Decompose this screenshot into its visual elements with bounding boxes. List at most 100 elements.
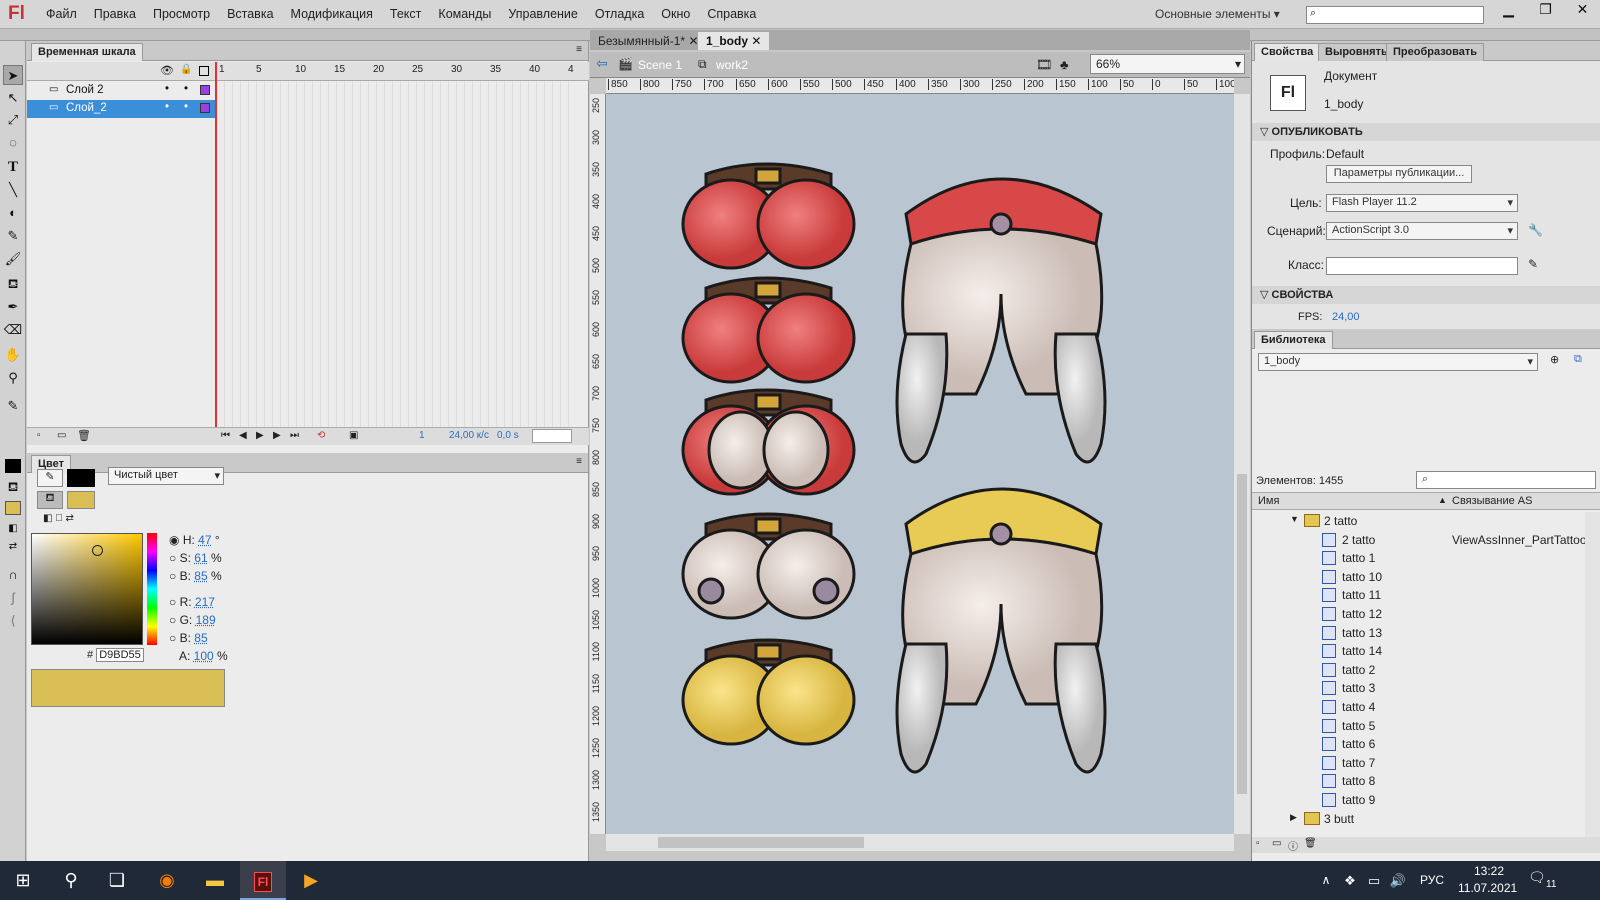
col-name[interactable]: Имя (1258, 495, 1279, 507)
default-colors-icon[interactable]: ◧ (3, 519, 23, 539)
library-item[interactable]: 2 tatto ViewAssInner_PartTattoo (1252, 531, 1585, 550)
stroke-pen-icon[interactable]: ✎ (37, 469, 63, 487)
menu-item[interactable]: Текст (390, 7, 421, 21)
library-item[interactable]: tatto 10 (1252, 568, 1585, 587)
expand-right-icon[interactable]: ▶ (1290, 812, 1297, 823)
menu-item[interactable]: Управление (508, 7, 578, 21)
step-forward-icon[interactable]: ▶ (273, 430, 281, 441)
fill-color-swatch[interactable] (5, 501, 21, 515)
class-input[interactable] (1326, 257, 1518, 275)
lock-dot[interactable]: • (184, 101, 188, 113)
radio-icon[interactable]: ◉ (169, 533, 179, 547)
new-folder-icon[interactable]: ▭ (1272, 838, 1281, 849)
layer-outline-color[interactable] (200, 103, 210, 113)
scene-breadcrumb[interactable]: Scene 1 (638, 58, 682, 72)
brightness-value[interactable]: 85 (194, 569, 207, 583)
snap-magnet-icon[interactable]: ∩ (3, 565, 23, 585)
search-icon[interactable]: ⚲ (48, 861, 94, 900)
clock-date[interactable]: 11.07.2021 (1458, 881, 1517, 895)
fill-swatch[interactable] (67, 491, 95, 509)
layer-outline-color[interactable] (200, 85, 210, 95)
stroke-color-icon[interactable]: ✎ (3, 396, 23, 416)
timeline-tab[interactable]: Временная шкала (31, 43, 143, 61)
saturation-brightness-picker[interactable] (31, 533, 143, 645)
paint-bucket-tool-icon[interactable]: ⛾ (3, 274, 23, 294)
blue-value[interactable]: 85 (194, 631, 207, 645)
fps-value[interactable]: 24,00 (1332, 311, 1360, 323)
menu-item[interactable]: Команды (438, 7, 491, 21)
library-item[interactable]: tatto 11 (1252, 586, 1585, 605)
swap-colors-icon[interactable]: ⇄ (3, 537, 23, 557)
library-vscroll[interactable] (1585, 512, 1600, 837)
menu-item[interactable]: Правка (94, 7, 136, 21)
alpha-value[interactable]: 100 (194, 649, 214, 663)
library-item[interactable]: tatto 7 (1252, 754, 1585, 773)
go-last-frame-icon[interactable]: ⏭ (290, 430, 299, 441)
step-back-icon[interactable]: ◀ (239, 430, 247, 441)
tab-untitled[interactable]: Безымянный-1* ✕ (590, 32, 707, 50)
delete-icon[interactable]: 🗑 (1304, 838, 1317, 849)
publish-settings-button[interactable]: Параметры публикации... (1326, 165, 1472, 183)
red-value[interactable]: 217 (195, 595, 215, 609)
layer-row[interactable]: ▭ Слой_2 • • (27, 100, 217, 118)
free-transform-tool-icon[interactable]: ⤢ (3, 110, 23, 130)
library-search-input[interactable]: ⌕ (1416, 471, 1596, 489)
oval-tool-icon[interactable]: ◐ (3, 203, 23, 223)
tab-1_body[interactable]: 1_body ✕ (698, 32, 770, 50)
library-item[interactable]: tatto 8 (1252, 772, 1585, 791)
dropbox-icon[interactable]: ❖ (1338, 861, 1362, 900)
menu-item[interactable]: Отладка (595, 7, 644, 21)
layer-name[interactable]: Слой_2 (66, 102, 107, 114)
current-frame[interactable]: 1 (419, 430, 425, 441)
flash-taskbar-icon[interactable]: Fl (240, 861, 286, 900)
eye-icon[interactable]: 👁 (160, 64, 174, 77)
notifications-icon[interactable]: 🗨 (1528, 869, 1546, 886)
radio-icon[interactable]: ○ (169, 613, 176, 627)
firefox-icon[interactable]: ◉ (144, 861, 190, 900)
tab-library[interactable]: Библиотека (1254, 331, 1333, 349)
layer-name[interactable]: Слой 2 (66, 84, 104, 96)
properties-section[interactable]: ▽ СВОЙСТВА (1252, 286, 1600, 304)
volume-icon[interactable]: 🔊 (1386, 861, 1410, 900)
lock-icon[interactable]: 🔒 (180, 64, 192, 75)
library-item[interactable]: tatto 14 (1252, 642, 1585, 661)
line-tool-icon[interactable]: ╲ (3, 180, 23, 200)
zoom-tool-icon[interactable]: ⚲ (3, 368, 23, 388)
radio-icon[interactable]: ○ (169, 551, 176, 565)
windows-start-icon[interactable]: ⊞ (0, 861, 46, 900)
radio-icon[interactable]: ○ (169, 631, 176, 645)
target-select[interactable]: Flash Player 11.2 ▾ (1326, 194, 1518, 212)
col-linkage[interactable]: Связывание AS (1452, 495, 1532, 507)
new-layer-icon[interactable]: ▫ (37, 430, 41, 441)
edit-symbol-icon[interactable]: ♣ (1060, 57, 1069, 72)
panel-menu-icon[interactable]: ≡ (576, 44, 582, 55)
play-icon[interactable]: ▶ (256, 430, 264, 441)
new-library-panel-icon[interactable]: ⧉ (1574, 353, 1582, 366)
stage-hscroll[interactable] (606, 834, 1234, 851)
workspace-switcher[interactable]: Основные элементы ▾ (1155, 7, 1280, 21)
network-icon[interactable]: ▭ (1362, 861, 1386, 900)
back-arrow-icon[interactable]: ⇦ (596, 55, 608, 72)
library-item[interactable]: tatto 5 (1252, 717, 1585, 736)
radio-icon[interactable]: ○ (169, 595, 176, 609)
minimize-button[interactable]: ▁ (1490, 0, 1527, 18)
vscroll-thumb[interactable] (1237, 474, 1247, 794)
hue-slider[interactable] (147, 533, 157, 645)
new-symbol-icon[interactable]: ▫ (1256, 838, 1260, 849)
menu-item[interactable]: Модификация (291, 7, 373, 21)
frames-grid[interactable] (217, 81, 572, 431)
library-item[interactable]: tatto 4 (1252, 698, 1585, 717)
library-item[interactable]: ▶ 3 butt (1252, 810, 1585, 829)
properties-icon[interactable]: ⓘ (1288, 838, 1298, 853)
clock-time[interactable]: 13:22 (1474, 864, 1504, 878)
go-first-frame-icon[interactable]: ⏮ (221, 430, 230, 441)
stroke-swatch[interactable] (67, 469, 95, 487)
edit-scene-icon[interactable]: 🎞 (1036, 57, 1053, 73)
fill-type-select[interactable]: Чистый цвет ▾ (108, 467, 224, 485)
stage-canvas[interactable] (606, 94, 1234, 834)
menu-item[interactable]: Справка (707, 7, 756, 21)
sort-arrow-icon[interactable]: ▲ (1438, 495, 1447, 505)
close-icon[interactable]: ✕ (751, 34, 761, 48)
loop-icon[interactable]: ⟲ (317, 430, 325, 441)
menu-item[interactable]: Просмотр (153, 7, 210, 21)
